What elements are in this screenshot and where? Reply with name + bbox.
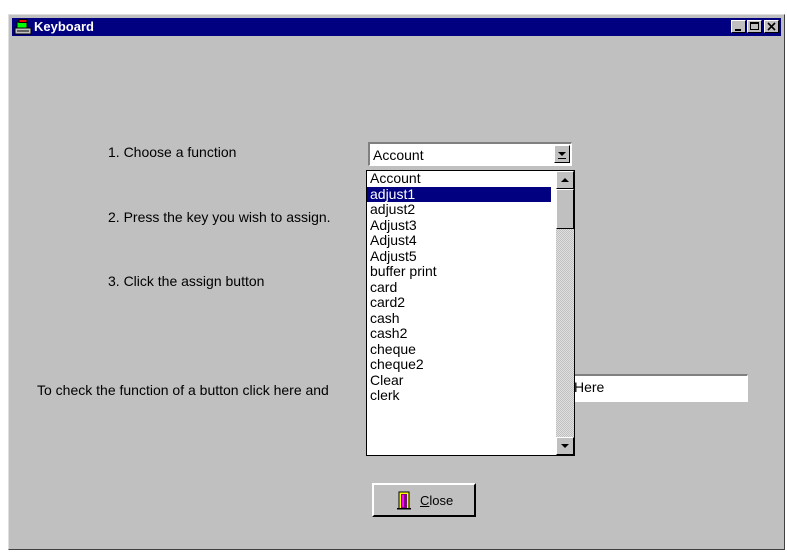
cash-register-icon: [14, 19, 32, 35]
close-button[interactable]: Close: [372, 483, 476, 517]
function-dropdown-list[interactable]: Account adjust1 adjust2 Adjust3 Adjust4 Adjus…: [366, 170, 575, 456]
title-bar[interactable]: Keyboard: [12, 18, 781, 36]
window-title: Keyboard: [34, 19, 94, 34]
function-list-item[interactable]: buffer print: [367, 264, 551, 280]
keyboard-window: Keyboard 1. Choose a function 2. Press t…: [8, 14, 785, 550]
arrow-up-icon: [561, 178, 569, 182]
combo-dropdown-button[interactable]: [554, 145, 570, 163]
function-list-item[interactable]: cash: [367, 310, 551, 327]
check-function-label: To check the function of a button click …: [37, 382, 329, 398]
function-list-items: Account adjust1 adjust2 Adjust3 Adjust4 Adjus…: [367, 171, 551, 404]
maximize-button[interactable]: [747, 20, 762, 33]
function-list-item[interactable]: card: [367, 279, 551, 296]
step2-label: 2. Press the key you wish to assign.: [108, 209, 331, 225]
arrow-down-icon: [561, 444, 569, 448]
function-list-item[interactable]: adjust1: [367, 186, 551, 202]
function-list-item[interactable]: cheque2: [367, 357, 551, 373]
list-scrollbar[interactable]: [556, 171, 574, 455]
minimize-button[interactable]: [731, 20, 746, 33]
function-list-item[interactable]: cash2: [367, 326, 551, 342]
function-list-item[interactable]: card2: [367, 295, 551, 311]
check-function-input[interactable]: Here: [564, 374, 748, 402]
exit-door-icon: [396, 490, 412, 510]
function-list-item[interactable]: Adjust3: [367, 217, 551, 234]
function-list-item[interactable]: Account: [367, 171, 551, 187]
close-window-button[interactable]: [764, 20, 779, 33]
function-list-item[interactable]: adjust2: [367, 202, 551, 218]
scroll-down-button[interactable]: [556, 437, 574, 455]
function-list-item[interactable]: Adjust4: [367, 233, 551, 249]
function-list-item[interactable]: Clear: [367, 372, 551, 389]
function-list-item[interactable]: clerk: [367, 388, 551, 404]
chevron-down-icon: [558, 152, 566, 159]
function-list-item[interactable]: cheque: [367, 341, 551, 358]
function-combo-value: Account: [373, 147, 424, 163]
scroll-up-button[interactable]: [556, 171, 574, 189]
function-combo[interactable]: Account: [368, 142, 572, 166]
close-button-label: Close: [420, 493, 454, 508]
step3-label: 3. Click the assign button: [108, 273, 265, 289]
step1-label: 1. Choose a function: [108, 144, 237, 160]
function-list-item[interactable]: Adjust5: [367, 248, 551, 265]
scroll-thumb[interactable]: [556, 189, 574, 229]
